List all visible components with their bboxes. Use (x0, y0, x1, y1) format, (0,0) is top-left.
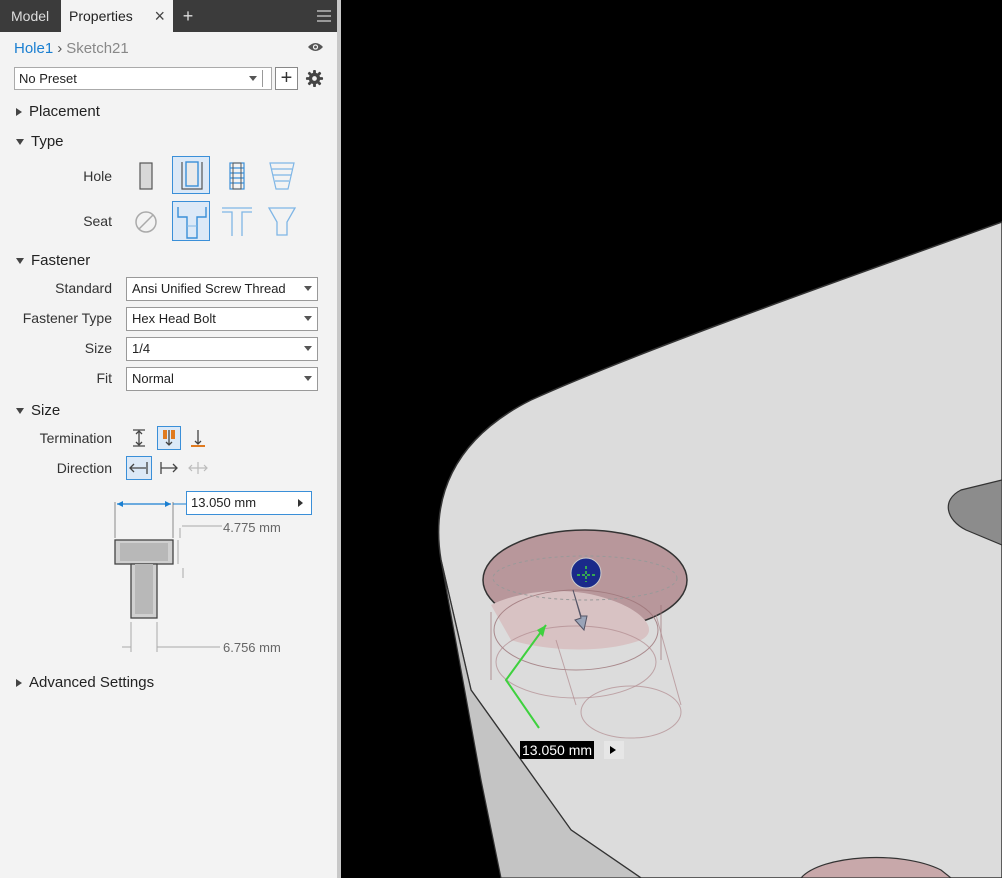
section-placement[interactable]: Placement (16, 103, 100, 120)
size-dropdown[interactable]: 1/4 (126, 337, 318, 361)
fit-dropdown[interactable]: Normal (126, 367, 318, 391)
tab-model[interactable]: Model (0, 0, 60, 32)
viewport-dimension-label[interactable]: 13.050 mm (520, 741, 595, 759)
tapped-hole-icon[interactable] (218, 157, 256, 195)
play-arrow-icon[interactable] (604, 741, 624, 759)
section-fastener[interactable]: Fastener (16, 252, 90, 269)
hamburger-menu-icon[interactable] (317, 10, 331, 22)
simple-hole-icon[interactable] (127, 157, 165, 195)
fit-value: Normal (132, 371, 174, 386)
play-arrow-icon[interactable] (298, 499, 303, 507)
standard-value: Ansi Unified Screw Thread (132, 281, 286, 296)
diameter-input[interactable]: 13.050 mm (186, 491, 312, 515)
preset-value: No Preset (19, 71, 77, 86)
depth-dimension[interactable]: 4.775 mm (223, 520, 281, 535)
to-termination-icon[interactable] (187, 427, 209, 449)
tab-properties-label: Properties (69, 8, 133, 24)
taper-tapped-hole-icon[interactable] (263, 157, 301, 195)
preset-divider (262, 70, 263, 87)
through-all-termination-icon[interactable] (157, 426, 181, 450)
breadcrumb: Hole1 › Sketch21 (14, 40, 129, 57)
eye-icon[interactable] (307, 41, 324, 53)
section-type[interactable]: Type (16, 133, 64, 150)
countersink-icon[interactable] (263, 202, 301, 240)
section-size-label: Size (31, 402, 61, 419)
gear-icon[interactable] (305, 69, 324, 88)
model-canvas[interactable] (341, 0, 1002, 878)
seat-type-label: Seat (83, 213, 112, 229)
clearance-hole-icon[interactable] (172, 156, 210, 194)
chevron-down-icon (304, 316, 312, 321)
size-value: 1/4 (132, 341, 151, 356)
direction-flip-icon[interactable] (158, 457, 180, 479)
section-size[interactable]: Size (16, 402, 60, 419)
collapse-icon (16, 139, 24, 146)
section-advanced-settings[interactable]: Advanced Settings (16, 674, 154, 691)
chevron-down-icon (249, 76, 257, 81)
breadcrumb-feature-link[interactable]: Hole1 (14, 40, 53, 57)
direction-symmetric-icon[interactable] (187, 457, 209, 479)
hole-section-diagram (114, 501, 222, 652)
section-advanced-label: Advanced Settings (29, 674, 155, 691)
breadcrumb-separator: › (57, 40, 63, 57)
breadcrumb-sketch-link[interactable]: Sketch21 (66, 40, 129, 57)
bottom-dimension[interactable]: 6.756 mm (223, 640, 281, 655)
3d-viewport[interactable]: 13.050 mm (341, 0, 1002, 878)
fastener-type-dropdown[interactable]: Hex Head Bolt (126, 307, 318, 331)
standard-dropdown[interactable]: Ansi Unified Screw Thread (126, 277, 318, 301)
diameter-value: 13.050 mm (191, 495, 257, 510)
hole-type-label: Hole (83, 168, 112, 184)
termination-label: Termination (39, 430, 112, 446)
spotface-icon[interactable] (218, 202, 256, 240)
fastener-type-value: Hex Head Bolt (132, 311, 216, 326)
expand-icon (16, 108, 22, 117)
direction-label: Direction (56, 460, 112, 476)
fastener-type-label: Fastener Type (22, 310, 112, 326)
add-tab-icon[interactable]: + (177, 0, 199, 32)
chevron-down-icon (304, 286, 312, 291)
collapse-icon (16, 258, 24, 265)
standard-label: Standard (55, 280, 112, 296)
preset-dropdown[interactable]: No Preset (14, 67, 272, 90)
tab-bar: Model Properties × + (0, 0, 337, 32)
properties-panel: Model Properties × + Hole1 › Sketch21 No P… (0, 0, 337, 878)
collapse-icon (16, 408, 24, 415)
section-placement-label: Placement (29, 103, 100, 120)
tab-properties[interactable]: Properties × (61, 0, 173, 32)
expand-icon (16, 679, 22, 688)
close-icon[interactable]: × (154, 0, 165, 32)
counterbore-icon[interactable] (172, 201, 210, 241)
size-label: Size (84, 340, 112, 356)
chevron-down-icon (304, 346, 312, 351)
section-fastener-label: Fastener (31, 252, 91, 269)
direction-default-icon[interactable] (126, 456, 152, 480)
chevron-down-icon (304, 376, 312, 381)
section-type-label: Type (31, 133, 64, 150)
no-seat-icon[interactable] (127, 202, 165, 240)
fit-label: Fit (96, 370, 112, 386)
distance-termination-icon[interactable] (128, 427, 150, 449)
add-preset-button[interactable]: + (275, 67, 298, 90)
